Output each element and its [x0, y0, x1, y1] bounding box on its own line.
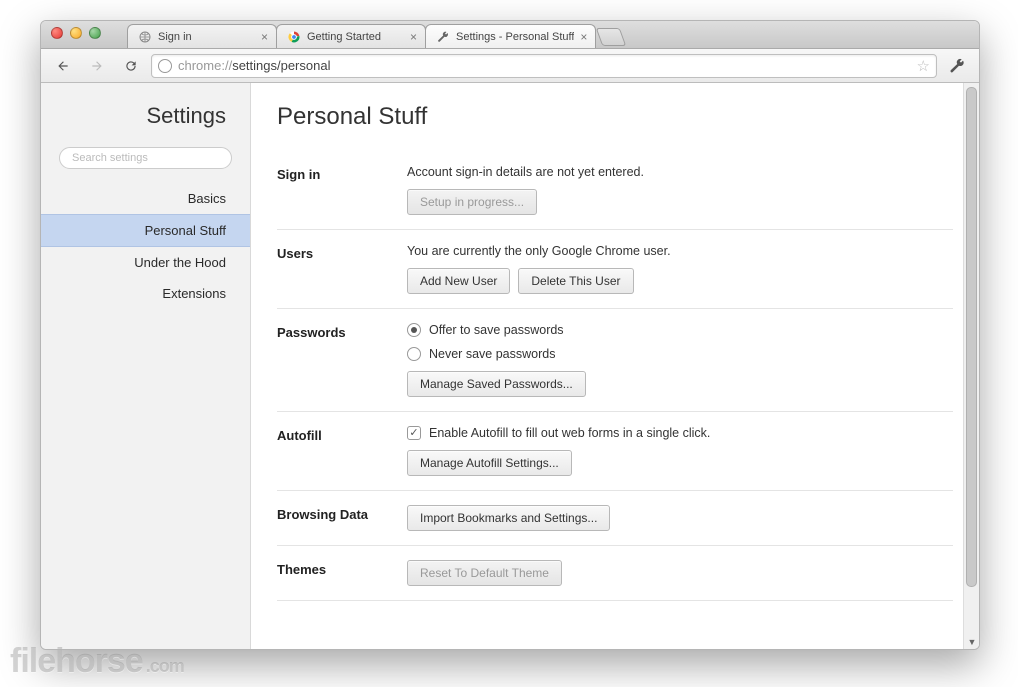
wrench-icon — [436, 30, 450, 44]
tab-label: Settings - Personal Stuff — [456, 31, 574, 43]
sidebar-item-personal-stuff[interactable]: Personal Stuff — [41, 214, 250, 247]
browser-window: Sign in × Getting Started × Settings - P… — [40, 20, 980, 650]
tab-getting-started[interactable]: Getting Started × — [276, 24, 426, 48]
scroll-down-icon[interactable]: ▼ — [964, 635, 979, 649]
sidebar-item-label: Extensions — [162, 286, 226, 301]
section-users: Users You are currently the only Google … — [277, 230, 953, 309]
setup-in-progress-button[interactable]: Setup in progress... — [407, 189, 537, 215]
reset-default-theme-button[interactable]: Reset To Default Theme — [407, 560, 562, 586]
section-heading: Sign in — [277, 165, 407, 182]
section-themes: Themes Reset To Default Theme — [277, 546, 953, 601]
search-placeholder: Search settings — [72, 152, 148, 164]
section-sign-in: Sign in Account sign-in details are not … — [277, 151, 953, 230]
tab-sign-in[interactable]: Sign in × — [127, 24, 277, 48]
scrollbar[interactable]: ▼ — [963, 83, 979, 649]
section-heading: Browsing Data — [277, 505, 407, 522]
tab-label: Getting Started — [307, 31, 404, 43]
checkbox-label: Enable Autofill to fill out web forms in… — [429, 426, 710, 440]
zoom-window-button[interactable] — [89, 27, 101, 39]
globe-icon — [158, 59, 172, 73]
bookmark-star-icon[interactable]: ☆ — [917, 57, 930, 75]
close-tab-icon[interactable]: × — [580, 30, 587, 44]
sidebar-item-basics[interactable]: Basics — [41, 183, 250, 214]
tab-strip: Sign in × Getting Started × Settings - P… — [127, 21, 623, 48]
signin-status-text: Account sign-in details are not yet ente… — [407, 165, 953, 179]
close-tab-icon[interactable]: × — [410, 30, 417, 44]
radio-label: Offer to save passwords — [429, 323, 564, 337]
scrollbar-thumb[interactable] — [966, 87, 977, 587]
tab-label: Sign in — [158, 31, 255, 43]
reload-button[interactable] — [117, 54, 145, 78]
checkbox-icon — [407, 426, 421, 440]
back-button[interactable] — [49, 54, 77, 78]
radio-label: Never save passwords — [429, 347, 555, 361]
section-heading: Themes — [277, 560, 407, 577]
sidebar-item-label: Personal Stuff — [145, 223, 226, 238]
settings-main-panel: Personal Stuff Sign in Account sign-in d… — [251, 83, 979, 649]
section-passwords: Passwords Offer to save passwords Never … — [277, 309, 953, 412]
section-heading: Passwords — [277, 323, 407, 340]
forward-button[interactable] — [83, 54, 111, 78]
radio-icon — [407, 347, 421, 361]
sidebar-item-label: Basics — [188, 191, 226, 206]
address-bar[interactable]: chrome://settings/personal ☆ — [151, 54, 937, 78]
sidebar-item-label: Under the Hood — [134, 255, 226, 270]
delete-this-user-button[interactable]: Delete This User — [518, 268, 633, 294]
content-area: Settings Search settings Basics Personal… — [41, 83, 979, 649]
section-browsing-data: Browsing Data Import Bookmarks and Setti… — [277, 491, 953, 546]
section-heading: Users — [277, 244, 407, 261]
radio-never-save-passwords[interactable]: Never save passwords — [407, 347, 953, 361]
manage-autofill-settings-button[interactable]: Manage Autofill Settings... — [407, 450, 572, 476]
settings-sidebar: Settings Search settings Basics Personal… — [41, 83, 251, 649]
minimize-window-button[interactable] — [70, 27, 82, 39]
close-window-button[interactable] — [51, 27, 63, 39]
section-autofill: Autofill Enable Autofill to fill out web… — [277, 412, 953, 491]
url-text: chrome://settings/personal — [178, 58, 330, 73]
radio-offer-save-passwords[interactable]: Offer to save passwords — [407, 323, 953, 337]
users-status-text: You are currently the only Google Chrome… — [407, 244, 953, 258]
toolbar: chrome://settings/personal ☆ — [41, 49, 979, 83]
globe-icon — [138, 30, 152, 44]
import-bookmarks-button[interactable]: Import Bookmarks and Settings... — [407, 505, 610, 531]
radio-icon — [407, 323, 421, 337]
watermark: filehorse.com — [10, 642, 184, 681]
page-title: Personal Stuff — [277, 103, 953, 131]
wrench-menu-button[interactable] — [943, 54, 971, 78]
manage-saved-passwords-button[interactable]: Manage Saved Passwords... — [407, 371, 586, 397]
tab-settings[interactable]: Settings - Personal Stuff × — [425, 24, 596, 48]
window-controls — [51, 27, 101, 39]
sidebar-title: Settings — [41, 103, 250, 129]
sidebar-item-extensions[interactable]: Extensions — [41, 278, 250, 309]
new-tab-button[interactable] — [596, 28, 627, 46]
section-heading: Autofill — [277, 426, 407, 443]
titlebar: Sign in × Getting Started × Settings - P… — [41, 21, 979, 49]
add-new-user-button[interactable]: Add New User — [407, 268, 510, 294]
sidebar-item-under-the-hood[interactable]: Under the Hood — [41, 247, 250, 278]
chrome-icon — [287, 30, 301, 44]
close-tab-icon[interactable]: × — [261, 30, 268, 44]
checkbox-enable-autofill[interactable]: Enable Autofill to fill out web forms in… — [407, 426, 953, 440]
search-settings-input[interactable]: Search settings — [59, 147, 232, 169]
